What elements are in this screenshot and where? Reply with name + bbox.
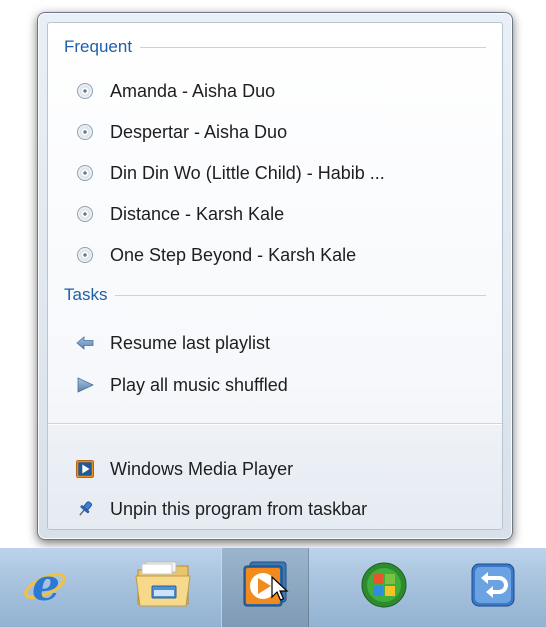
mouse-cursor-icon <box>271 575 291 609</box>
taskbar-windows-media-player-button[interactable] <box>221 548 309 627</box>
frequent-category-title: Frequent <box>64 37 133 56</box>
task-label: Resume last playlist <box>110 332 271 353</box>
category-divider <box>115 294 486 296</box>
back-arrow-icon <box>76 334 94 352</box>
music-disc-icon <box>76 246 94 264</box>
media-player-icon <box>76 460 94 478</box>
taskbar-remote-desktop-button[interactable] <box>449 548 537 627</box>
taskbar-internet-explorer-button[interactable]: e <box>2 548 90 627</box>
category-divider <box>140 46 486 48</box>
frequent-item-label: Despertar - Aisha Duo <box>110 121 288 142</box>
music-disc-icon <box>76 82 94 100</box>
taskbar-windows-explorer-button[interactable] <box>119 548 207 627</box>
footer-app-label: Windows Media Player <box>110 458 294 479</box>
open-windows-media-player[interactable]: Windows Media Player <box>76 455 293 483</box>
media-center-icon <box>359 560 409 615</box>
tasks-category-title: Tasks <box>64 285 108 304</box>
jump-list-menu: Frequent Amanda - Aisha Duo Despertar - … <box>37 12 513 540</box>
frequent-item-one-step-beyond[interactable]: One Step Beyond - Karsh Kale <box>76 241 356 269</box>
frequent-category-header: Frequent <box>64 35 486 59</box>
frequent-item-distance[interactable]: Distance - Karsh Kale <box>76 200 284 228</box>
taskbar-media-center-button[interactable] <box>340 548 428 627</box>
folder-library-icon <box>134 560 192 615</box>
unpin-from-taskbar[interactable]: Unpin this program from taskbar <box>76 495 367 523</box>
task-label: Play all music shuffled <box>110 374 288 395</box>
task-resume-last-playlist[interactable]: Resume last playlist <box>76 329 270 357</box>
music-disc-icon <box>76 164 94 182</box>
tasks-category-header: Tasks <box>64 283 486 307</box>
play-triangle-icon <box>76 376 94 394</box>
frequent-item-amanda[interactable]: Amanda - Aisha Duo <box>76 77 275 105</box>
frequent-item-label: One Step Beyond - Karsh Kale <box>110 244 357 265</box>
svg-text:e: e <box>32 560 60 610</box>
unpin-icon <box>76 500 94 518</box>
internet-explorer-icon: e <box>21 560 71 615</box>
frequent-item-label: Din Din Wo (Little Child) - Habib ... <box>110 162 385 183</box>
music-disc-icon <box>76 123 94 141</box>
footer-unpin-label: Unpin this program from taskbar <box>110 498 368 519</box>
frequent-item-label: Amanda - Aisha Duo <box>110 80 276 101</box>
remote-desktop-icon <box>468 560 518 615</box>
taskbar: e <box>0 548 546 627</box>
frequent-item-despertar[interactable]: Despertar - Aisha Duo <box>76 118 287 146</box>
frequent-item-din-din-wo[interactable]: Din Din Wo (Little Child) - Habib ... <box>76 159 385 187</box>
frequent-item-label: Distance - Karsh Kale <box>110 203 285 224</box>
music-disc-icon <box>76 205 94 223</box>
jump-list-panel: Frequent Amanda - Aisha Duo Despertar - … <box>47 22 503 530</box>
task-play-all-music-shuffled[interactable]: Play all music shuffled <box>76 371 288 399</box>
